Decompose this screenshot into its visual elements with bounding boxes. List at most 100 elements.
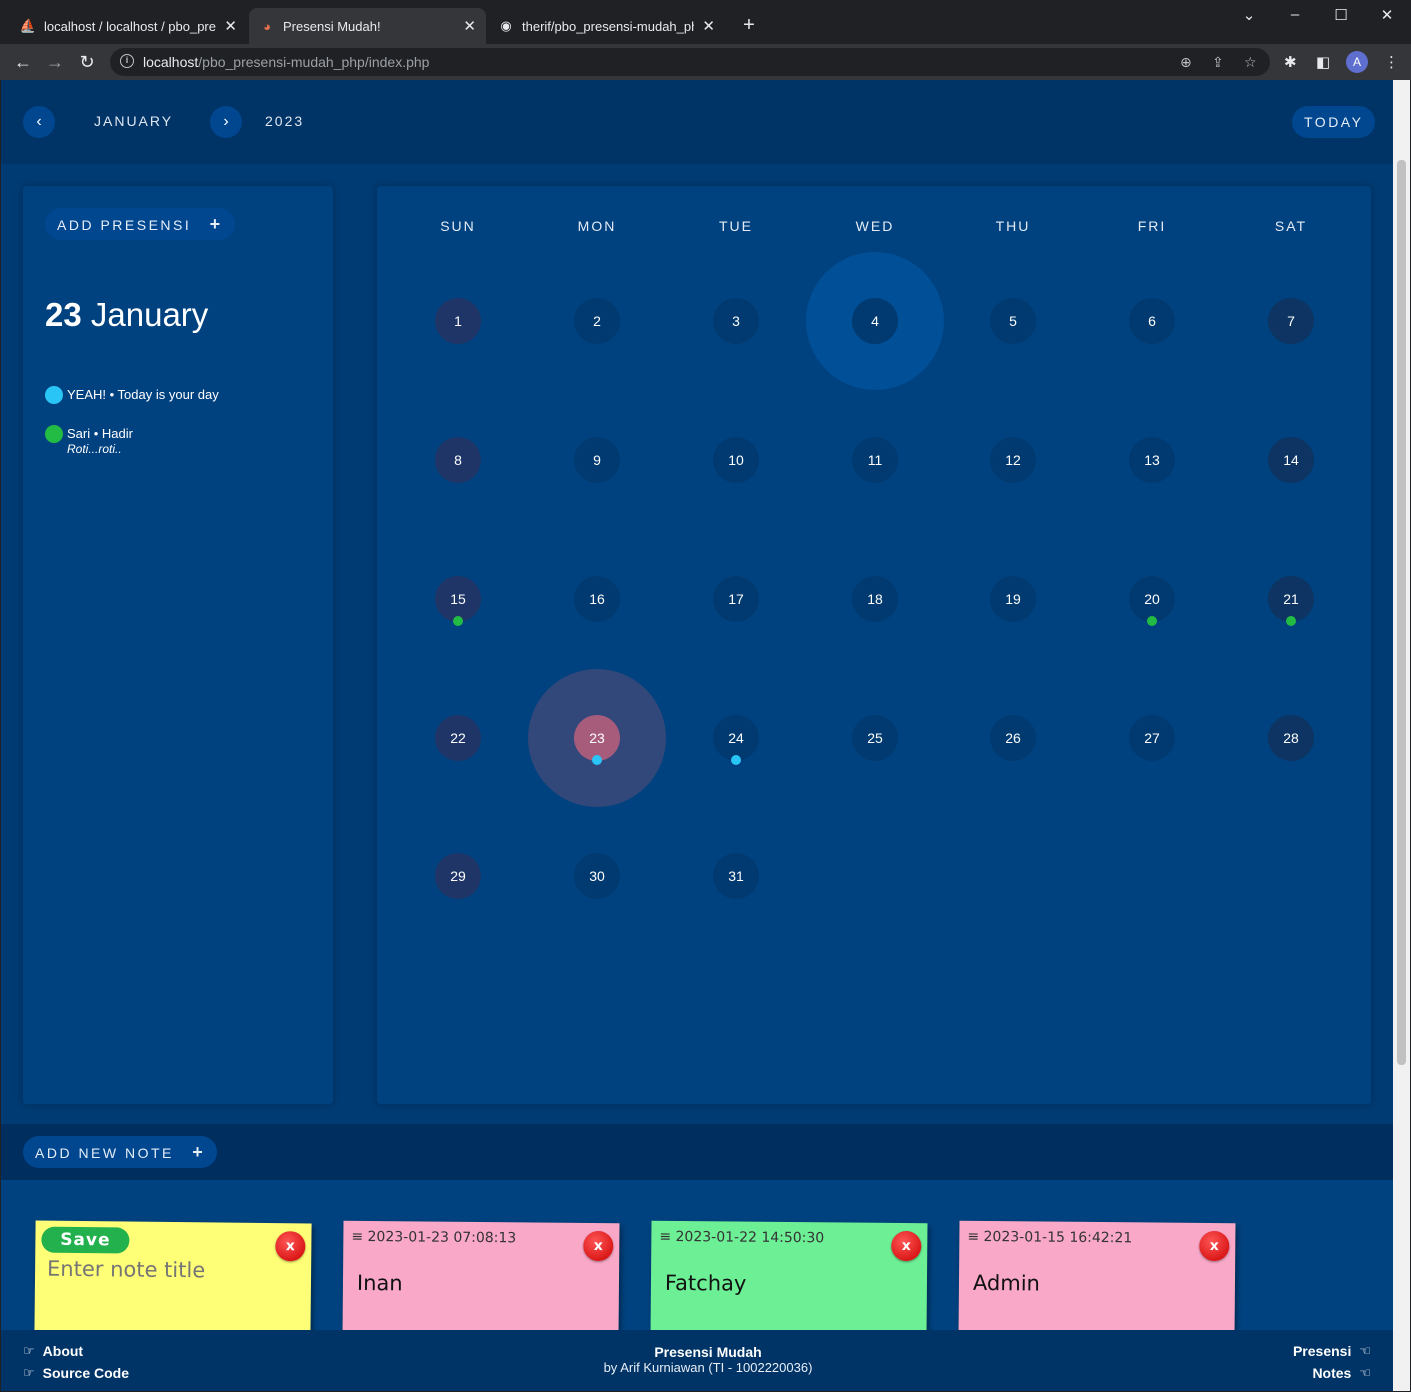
- tab-search-icon[interactable]: ⌄: [1237, 6, 1261, 24]
- footer-subtitle: by Arif Kurniawan (TI - 1002220036): [603, 1360, 813, 1375]
- delete-note-button[interactable]: x: [583, 1230, 614, 1262]
- new-tab-button[interactable]: +: [738, 14, 760, 37]
- calendar-day-8[interactable]: 8: [435, 437, 481, 483]
- tab-phpmyadmin[interactable]: ⛵ localhost / localhost / pbo_prese ✕: [10, 8, 247, 44]
- notes-toolbar: ADD NEW NOTE +: [1, 1124, 1393, 1180]
- tab-github[interactable]: ◉ therif/pbo_presensi-mudah_php: ✕: [488, 8, 725, 44]
- menu-icon[interactable]: ⋮: [1384, 53, 1399, 71]
- note-title: Fatchay: [664, 1270, 747, 1296]
- phpmyadmin-icon: ⛵: [19, 18, 37, 33]
- site-info-icon[interactable]: i: [120, 54, 134, 68]
- drag-handle-icon[interactable]: ≡: [659, 1229, 671, 1245]
- event-marker-icon: [731, 755, 741, 765]
- tab-presensi-mudah[interactable]: ◕ Presensi Mudah! ✕: [249, 8, 486, 44]
- footer: ☞ About ☞ Source Code Presensi Mudah by Ar…: [1, 1330, 1393, 1391]
- back-icon[interactable]: ←: [12, 51, 34, 73]
- calendar-day-26[interactable]: 26: [990, 715, 1036, 761]
- new-note: Save x: [34, 1220, 312, 1340]
- close-window-button[interactable]: ✕: [1375, 6, 1399, 24]
- calendar-day-31[interactable]: 31: [713, 853, 759, 899]
- delete-note-button[interactable]: x: [891, 1230, 922, 1262]
- footer-title: Presensi Mudah: [654, 1344, 762, 1360]
- drag-handle-icon[interactable]: ≡: [351, 1229, 363, 1245]
- calendar-day-17[interactable]: 17: [713, 576, 759, 622]
- plus-icon: +: [192, 1142, 206, 1162]
- calendar-day-7[interactable]: 7: [1268, 298, 1314, 344]
- minimize-button[interactable]: –: [1283, 6, 1307, 23]
- calendar-day-5[interactable]: 5: [990, 298, 1036, 344]
- calendar-day-29[interactable]: 29: [435, 853, 481, 899]
- maximize-button[interactable]: ☐: [1329, 6, 1353, 24]
- forward-icon[interactable]: →: [44, 51, 66, 73]
- close-tab-icon[interactable]: ✕: [463, 17, 476, 35]
- note-timestamp: ≡ 2023-01-15 16:42:21: [967, 1228, 1133, 1247]
- calendar-day-4[interactable]: 4: [852, 298, 898, 344]
- profile-avatar[interactable]: A: [1346, 51, 1368, 73]
- event-text: YEAH! • Today is your day: [67, 387, 219, 402]
- note-title-input[interactable]: [46, 1256, 268, 1283]
- add-presensi-button[interactable]: ADD PRESENSI +: [45, 208, 235, 240]
- note-card[interactable]: ≡ 2023-01-23 07:08:13 Inan x: [342, 1220, 620, 1340]
- calendar-day-2[interactable]: 2: [574, 298, 620, 344]
- weekday-sun: SUN: [440, 218, 476, 234]
- note-timestamp: ≡ 2023-01-23 07:08:13: [351, 1228, 517, 1247]
- delete-note-button[interactable]: x: [275, 1231, 306, 1262]
- calendar-day-27[interactable]: 27: [1129, 715, 1175, 761]
- add-note-label: ADD NEW NOTE: [35, 1145, 174, 1161]
- calendar-day-13[interactable]: 13: [1129, 437, 1175, 483]
- reload-icon[interactable]: ↻: [76, 51, 98, 73]
- calendar-grid: SUN MON TUE WED THU FRI SAT 1 2 3 4 5 6 7 8 9 10 11 12 13 1…: [377, 186, 1371, 1104]
- weekday-mon: MON: [577, 218, 617, 234]
- today-button[interactable]: TODAY: [1292, 106, 1376, 138]
- notes-area: Save x ≡ 2023-01-23 07:08:13 Inan x ≡ 20…: [1, 1180, 1393, 1340]
- calendar-day-9[interactable]: 9: [574, 437, 620, 483]
- add-note-button[interactable]: ADD NEW NOTE +: [23, 1136, 218, 1168]
- calendar-day-30[interactable]: 30: [574, 853, 620, 899]
- prev-month-button[interactable]: ‹: [23, 106, 55, 138]
- calendar-day-25[interactable]: 25: [852, 715, 898, 761]
- calendar-day-16[interactable]: 16: [574, 576, 620, 622]
- page-scrollbar[interactable]: [1393, 80, 1410, 1391]
- notes-link[interactable]: Notes ☜: [1312, 1365, 1371, 1381]
- delete-note-button[interactable]: x: [1199, 1230, 1230, 1262]
- calendar-day-19[interactable]: 19: [990, 576, 1036, 622]
- calendar-day-12[interactable]: 12: [990, 437, 1036, 483]
- calendar-day-28[interactable]: 28: [1268, 715, 1314, 761]
- bookmark-star-icon[interactable]: ☆: [1244, 54, 1257, 71]
- scrollbar-thumb[interactable]: [1397, 160, 1406, 1065]
- calendar-day-11[interactable]: 11: [852, 437, 898, 483]
- close-tab-icon[interactable]: ✕: [224, 17, 237, 35]
- close-tab-icon[interactable]: ✕: [702, 17, 715, 35]
- note-title: Inan: [356, 1270, 403, 1296]
- url-text: localhost/pbo_presensi-mudah_php/index.p…: [143, 54, 430, 70]
- calendar-day-6[interactable]: 6: [1129, 298, 1175, 344]
- next-month-button[interactable]: ›: [210, 106, 242, 138]
- calendar-day-1[interactable]: 1: [435, 298, 481, 344]
- page: ‹ JANUARY › 2023 TODAY ADD PRESENSI + 23…: [1, 80, 1393, 1391]
- tab-title: Presensi Mudah!: [283, 18, 381, 34]
- tab-title: localhost / localhost / pbo_prese: [44, 18, 217, 34]
- calendar-day-3[interactable]: 3: [713, 298, 759, 344]
- zoom-icon[interactable]: ⊕: [1180, 54, 1192, 71]
- address-bar[interactable]: i localhost/pbo_presensi-mudah_php/index…: [110, 48, 1270, 76]
- selected-date: 23 January: [45, 296, 209, 333]
- calendar-day-10[interactable]: 10: [713, 437, 759, 483]
- save-note-button[interactable]: Save: [41, 1226, 130, 1254]
- event-note: Roti...roti..: [67, 442, 122, 456]
- side-panel-icon[interactable]: ◧: [1316, 53, 1330, 71]
- hand-point-icon: ☜: [1359, 1343, 1371, 1358]
- drag-handle-icon[interactable]: ≡: [967, 1229, 979, 1245]
- note-card[interactable]: ≡ 2023-01-22 14:50:30 Fatchay x: [650, 1220, 928, 1340]
- share-icon[interactable]: ⇪: [1212, 54, 1224, 71]
- calendar-day-14[interactable]: 14: [1268, 437, 1314, 483]
- note-card[interactable]: ≡ 2023-01-15 16:42:21 Admin x: [958, 1220, 1236, 1340]
- presensi-link[interactable]: Presensi ☜: [1293, 1343, 1371, 1359]
- hand-point-icon: ☜: [1359, 1365, 1371, 1380]
- add-presensi-label: ADD PRESENSI: [57, 217, 192, 233]
- footer-credits: Presensi Mudah by Arif Kurniawan (TI - 1…: [1, 1344, 1393, 1375]
- plus-icon: +: [209, 214, 223, 234]
- weekday-thu: THU: [995, 218, 1031, 234]
- calendar-day-22[interactable]: 22: [435, 715, 481, 761]
- extensions-icon[interactable]: ✱: [1284, 53, 1297, 71]
- calendar-day-18[interactable]: 18: [852, 576, 898, 622]
